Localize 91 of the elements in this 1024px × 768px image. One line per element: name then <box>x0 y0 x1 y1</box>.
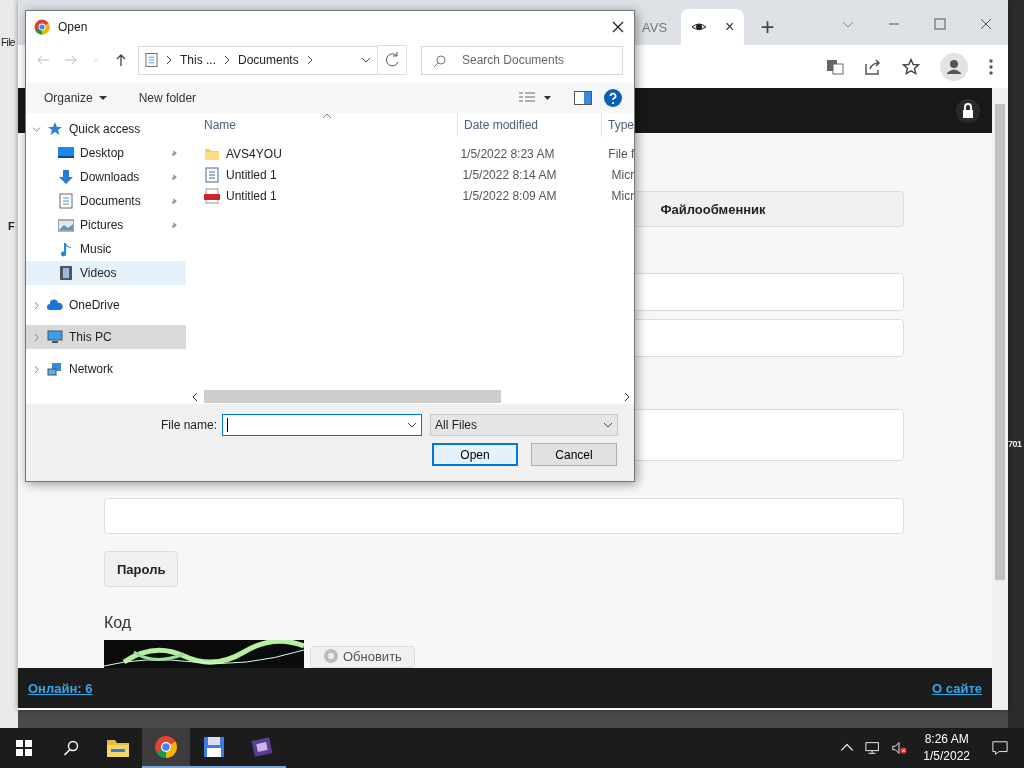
network-icon <box>47 361 63 377</box>
cloud-icon <box>47 297 63 313</box>
nav-item[interactable]: Documents <box>26 189 186 213</box>
file-type-dropdown[interactable]: All Files <box>430 414 618 436</box>
search-icon[interactable] <box>63 740 79 756</box>
nav-item[interactable]: Desktop <box>26 141 186 165</box>
expand-chevron-icon[interactable] <box>32 364 41 374</box>
nav-item[interactable]: OneDrive <box>26 293 186 317</box>
picture-icon <box>58 217 74 233</box>
chevron-icon[interactable] <box>166 55 172 65</box>
up-arrow-icon[interactable] <box>114 53 128 67</box>
star-icon[interactable] <box>902 57 920 76</box>
panel-label: F <box>8 220 15 232</box>
online-link[interactable]: Онлайн: 6 <box>28 680 93 696</box>
password-button[interactable]: Пароль <box>104 551 179 587</box>
view-options-icon[interactable] <box>518 91 552 105</box>
film-icon <box>58 265 74 281</box>
nav-item[interactable]: Network <box>26 357 186 381</box>
chevron-icon[interactable] <box>306 55 313 65</box>
column-header[interactable]: Type <box>602 113 634 137</box>
dialog-button[interactable]: Open <box>432 443 518 466</box>
code-label: Код <box>104 614 132 632</box>
refresh-icon <box>323 648 339 664</box>
download-arrow-icon <box>58 169 74 185</box>
nav-item[interactable]: Music <box>26 237 186 261</box>
expand-chevron-icon[interactable] <box>32 300 41 310</box>
command-button[interactable]: Organize <box>34 89 117 107</box>
scroll-left-icon[interactable] <box>192 391 198 402</box>
chrome-icon <box>154 735 178 759</box>
document-icon <box>145 52 158 68</box>
expand-chevron-icon[interactable] <box>32 124 41 134</box>
dialog-button[interactable]: Cancel <box>531 443 617 466</box>
scroll-right-icon[interactable] <box>624 391 630 402</box>
file-row[interactable]: AVS4YOU 1/5/2022 8:23 AM File f <box>188 143 634 164</box>
notification-icon[interactable] <box>992 740 1008 756</box>
close-tab-button[interactable]: × <box>725 18 735 36</box>
translate-icon[interactable] <box>826 57 844 76</box>
speaker-muted-icon[interactable] <box>891 740 908 756</box>
pdf-file-icon <box>204 187 220 204</box>
new-tab-button[interactable]: + <box>760 12 775 41</box>
scrollbar-thumb[interactable] <box>204 390 501 403</box>
caret-icon <box>603 420 613 430</box>
maximize-icon[interactable] <box>934 18 946 30</box>
share-icon[interactable] <box>864 57 882 76</box>
browser-tab[interactable]: × <box>681 9 745 45</box>
document-icon <box>58 193 74 209</box>
windows-start-icon[interactable] <box>16 740 32 756</box>
help-icon[interactable] <box>604 89 622 107</box>
monitor-icon <box>58 145 74 161</box>
about-link[interactable]: О сайте <box>932 680 982 696</box>
dialog-title: Open <box>58 20 88 34</box>
column-header[interactable]: Date modified <box>458 113 602 137</box>
panel-label: 701 <box>1008 439 1022 449</box>
menu-label: File <box>1 37 15 48</box>
breadcrumb-item[interactable]: Documents <box>238 53 299 67</box>
nav-item[interactable]: Pictures <box>26 213 186 237</box>
preview-pane-icon[interactable] <box>574 89 592 107</box>
menu-icon[interactable] <box>988 57 994 76</box>
chrome-icon <box>34 19 50 35</box>
refresh-button[interactable]: Обновить <box>310 646 415 668</box>
search-field[interactable]: Search Documents <box>421 45 623 75</box>
breadcrumb-item[interactable]: This ... <box>180 53 216 67</box>
caret-icon <box>98 94 107 102</box>
taskbar-app[interactable] <box>142 728 190 768</box>
nav-item[interactable]: This PC <box>26 325 186 349</box>
network-icon[interactable] <box>865 740 882 756</box>
nav-item[interactable]: Quick access <box>26 117 186 141</box>
profile-icon[interactable] <box>940 52 968 81</box>
caret-icon[interactable] <box>407 420 417 430</box>
file-name-field[interactable] <box>222 414 422 436</box>
file-name-label: File name: <box>160 418 217 432</box>
star-icon <box>47 121 63 137</box>
clock-time[interactable]: 8:26 AM <box>924 731 969 748</box>
caret-icon[interactable] <box>361 55 371 65</box>
scrollbar[interactable] <box>992 88 1008 710</box>
sort-caret-icon <box>322 113 332 119</box>
chevron-icon[interactable] <box>224 55 230 65</box>
column-header[interactable]: Name <box>188 113 458 137</box>
search-icon <box>433 53 447 68</box>
nav-item[interactable]: Downloads <box>26 165 186 189</box>
music-note-icon <box>58 241 74 257</box>
close-icon[interactable] <box>612 21 624 33</box>
file-row[interactable]: Untitled 1 1/5/2022 8:14 AM Micr <box>188 164 634 185</box>
document-icon <box>204 166 220 183</box>
refresh-icon[interactable] <box>377 45 407 75</box>
monitor-icon <box>47 329 63 345</box>
input-field[interactable] <box>104 498 904 534</box>
lock-icon[interactable] <box>956 98 980 123</box>
command-button[interactable]: New folder <box>128 89 207 107</box>
nav-item[interactable]: Videos <box>26 261 186 285</box>
clock-date[interactable]: 1/5/2022 <box>923 748 970 765</box>
